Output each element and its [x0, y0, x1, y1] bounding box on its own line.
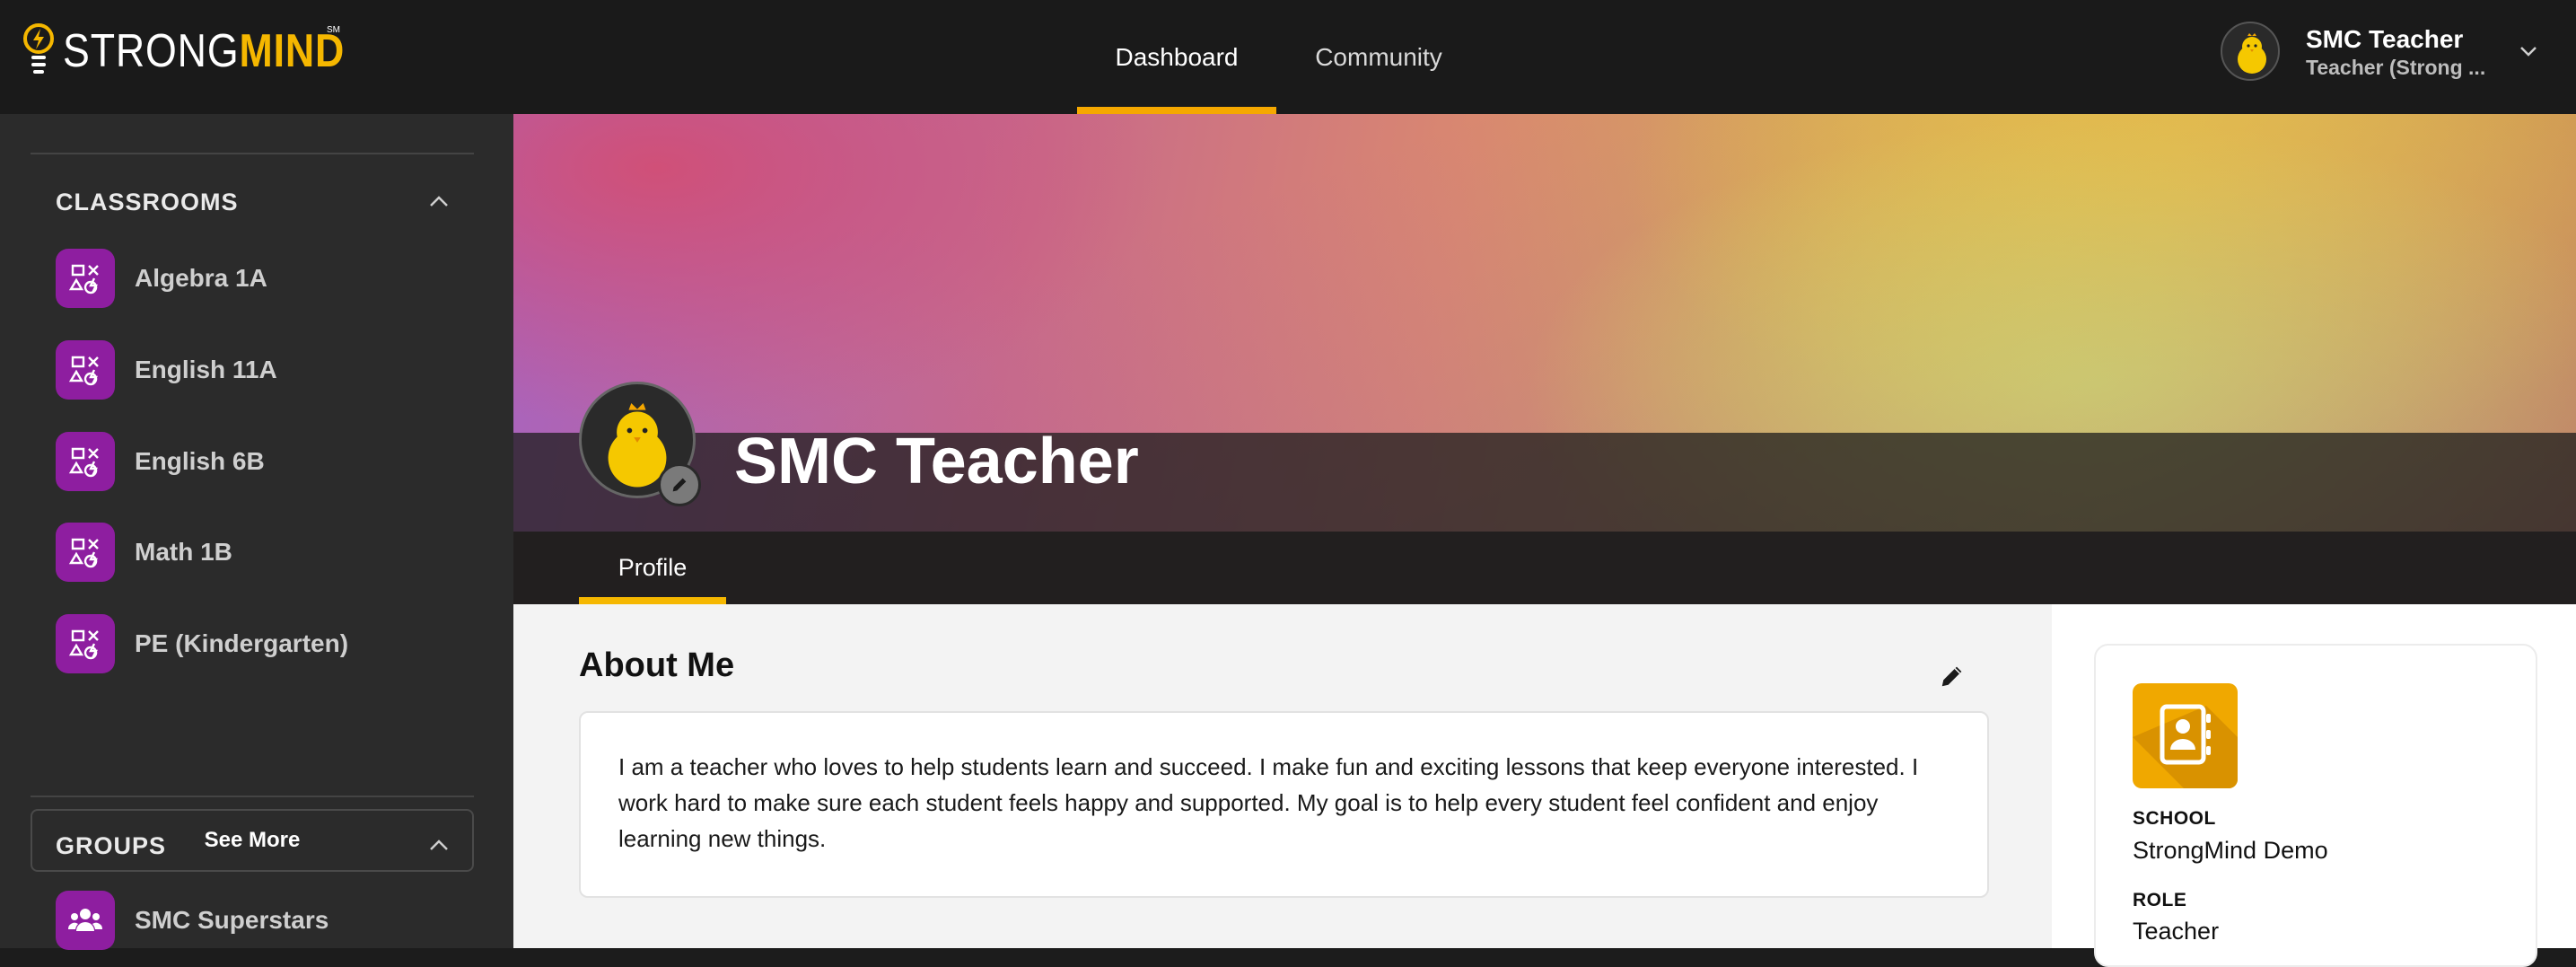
groups-heading: GROUPS: [56, 832, 167, 859]
tab-profile[interactable]: Profile: [579, 532, 726, 604]
sidebar-divider: [31, 153, 474, 154]
sidebar: CLASSROOMS Algebra 1A English 11A Englis…: [0, 114, 513, 950]
classroom-label: Math 1B: [135, 538, 232, 566]
classroom-label: English 11A: [135, 356, 277, 383]
role-value: Teacher: [2133, 918, 2220, 945]
logo-wordmark: STRONGMIND: [63, 25, 346, 77]
classrooms-heading: CLASSROOMS: [56, 189, 239, 215]
chevron-up-icon[interactable]: [427, 193, 451, 209]
role-label: ROLE: [2133, 890, 2187, 910]
chevron-up-icon[interactable]: [427, 837, 451, 853]
about-me-text: I am a teacher who loves to help student…: [579, 711, 1989, 898]
profile-name: SMC Teacher: [734, 426, 1139, 497]
chick-avatar-icon: [2238, 33, 2266, 74]
top-navigation-bar: STRONGMIND SM Dashboard Community SMC Te…: [0, 0, 2576, 114]
tab-dashboard[interactable]: Dashboard: [1077, 0, 1276, 114]
classroom-label: English 6B: [135, 447, 265, 475]
pencil-icon: [672, 478, 687, 492]
sidebar-item-math-1b[interactable]: Math 1B: [56, 523, 478, 582]
pencil-icon[interactable]: [1939, 663, 1966, 690]
classroom-label: PE (Kindergarten): [135, 629, 349, 657]
classroom-label: Algebra 1A: [135, 264, 267, 292]
tab-community[interactable]: Community: [1296, 0, 1461, 114]
user-name[interactable]: SMC Teacher: [2306, 25, 2463, 54]
user-role: Teacher (Strong ...: [2306, 56, 2486, 79]
logo-service-mark: SM: [327, 25, 340, 35]
about-me-heading: About Me: [579, 646, 735, 684]
contact-book-icon: [2133, 683, 2238, 788]
classroom-icon: [56, 614, 115, 673]
chevron-down-icon[interactable]: [2519, 41, 2538, 61]
strongmind-logo[interactable]: STRONGMIND SM: [22, 22, 390, 81]
classroom-icon: [56, 340, 115, 400]
lightbulb-logo-icon: [23, 23, 54, 74]
group-label: SMC Superstars: [135, 906, 329, 934]
classroom-icon: [56, 523, 115, 582]
sidebar-item-algebra-1a[interactable]: Algebra 1A: [56, 249, 478, 308]
school-label: SCHOOL: [2133, 808, 2216, 829]
sidebar-divider: [31, 796, 474, 797]
sidebar-item-smc-superstars[interactable]: SMC Superstars: [56, 891, 478, 950]
school-value: StrongMind Demo: [2133, 837, 2328, 864]
user-avatar[interactable]: [2221, 22, 2280, 81]
group-icon: [56, 891, 115, 950]
sidebar-item-english-11a[interactable]: English 11A: [56, 340, 478, 400]
sidebar-item-pe-kindergarten[interactable]: PE (Kindergarten): [56, 614, 478, 673]
profile-tab-bar: [513, 532, 2576, 604]
sidebar-item-english-6b[interactable]: English 6B: [56, 432, 478, 491]
classroom-icon: [56, 249, 115, 308]
edit-avatar-button[interactable]: [658, 463, 701, 506]
classroom-icon: [56, 432, 115, 491]
